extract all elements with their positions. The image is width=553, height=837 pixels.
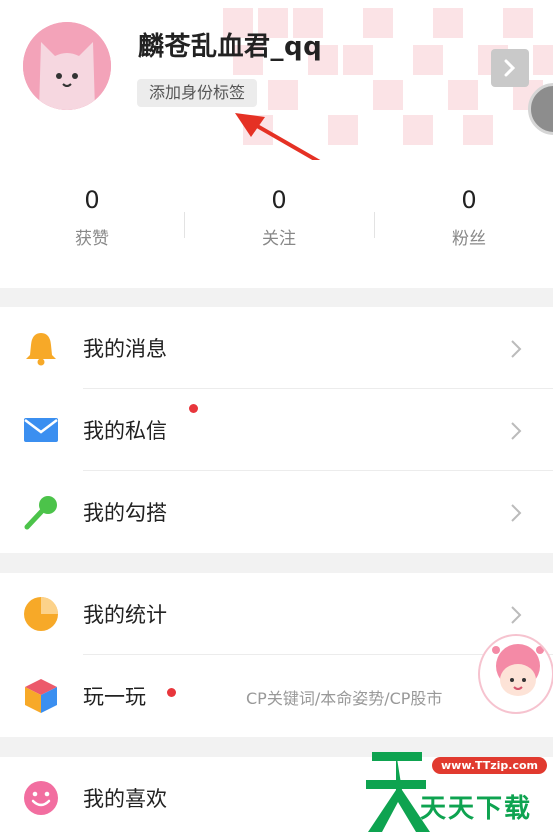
menu-card-tools: 我的统计 玩一玩 CP关键词/本命姿势/CP股市 — [0, 573, 553, 737]
menu-item-hookups[interactable]: 我的勾搭 — [0, 471, 553, 553]
pattern-tile — [343, 45, 373, 75]
mail-icon — [24, 418, 58, 442]
menu-label: 我的喜欢 — [83, 787, 167, 811]
avatar[interactable] — [23, 22, 111, 110]
floating-mascot[interactable] — [478, 634, 553, 714]
pattern-tile — [373, 80, 403, 110]
stat-following[interactable]: 0 关注 — [187, 186, 371, 249]
pattern-tile — [363, 8, 393, 38]
new-dot — [167, 688, 176, 697]
add-tag-button[interactable]: 添加身份标签 — [137, 79, 258, 107]
stat-label: 粉丝 — [452, 229, 486, 249]
menu-label: 玩一玩 — [83, 685, 146, 709]
pattern-tile — [463, 115, 493, 145]
menu-item-messages[interactable]: 我的消息 — [0, 307, 553, 389]
profile-header: 麟苍乱血君_qq 添加身份标签 — [0, 0, 553, 160]
watermark-text: 天天下载 — [420, 794, 533, 824]
divider — [184, 212, 185, 238]
divider — [374, 212, 375, 238]
annotation-arrow-icon — [235, 113, 321, 160]
pie-chart-icon — [24, 597, 58, 631]
menu-label: 我的统计 — [83, 603, 167, 627]
stat-value: 0 — [84, 186, 100, 214]
cat-avatar-icon — [23, 22, 111, 110]
pattern-tile — [503, 8, 533, 38]
chevron-right-icon — [504, 59, 516, 77]
smile-icon — [24, 781, 58, 815]
stat-value: 0 — [461, 186, 477, 214]
pattern-tile — [403, 115, 433, 145]
username: 麟苍乱血君_qq — [138, 32, 323, 62]
bell-icon — [26, 333, 56, 366]
menu-label: 我的私信 — [83, 419, 167, 443]
chevron-right-icon — [511, 422, 522, 440]
watermark-logo: www.TTzip.com 天天下载 — [360, 740, 553, 837]
chevron-right-icon — [511, 606, 522, 624]
menu-label: 我的勾搭 — [83, 501, 167, 525]
pattern-tile — [448, 80, 478, 110]
stats-panel: 0 获赞 0 关注 0 粉丝 — [0, 160, 553, 288]
pattern-tile — [413, 45, 443, 75]
stat-value: 0 — [271, 186, 287, 214]
menu-item-private-letters[interactable]: 我的私信 — [0, 389, 553, 471]
menu-item-play[interactable]: 玩一玩 CP关键词/本命姿势/CP股市 — [0, 655, 553, 737]
unread-dot — [189, 404, 198, 413]
menu-label: 我的消息 — [83, 337, 167, 361]
profile-detail-button[interactable] — [491, 49, 529, 87]
cube-icon — [25, 679, 57, 713]
pattern-tile — [533, 45, 553, 75]
chevron-right-icon — [511, 504, 522, 522]
mascot-girl-icon — [492, 644, 544, 696]
microphone-icon — [24, 496, 57, 530]
stat-fans[interactable]: 0 粉丝 — [377, 186, 553, 249]
play-subtitle: CP关键词/本命姿势/CP股市 — [246, 689, 443, 708]
menu-item-statistics[interactable]: 我的统计 — [0, 573, 553, 655]
pattern-tile — [433, 8, 463, 38]
chevron-right-icon — [511, 340, 522, 358]
stat-likes[interactable]: 0 获赞 — [0, 186, 184, 249]
watermark-url: www.TTzip.com — [432, 757, 547, 774]
stat-label: 关注 — [262, 229, 296, 249]
stat-label: 获赞 — [75, 229, 109, 249]
menu-card-social: 我的消息 我的私信 我的勾搭 — [0, 307, 553, 553]
